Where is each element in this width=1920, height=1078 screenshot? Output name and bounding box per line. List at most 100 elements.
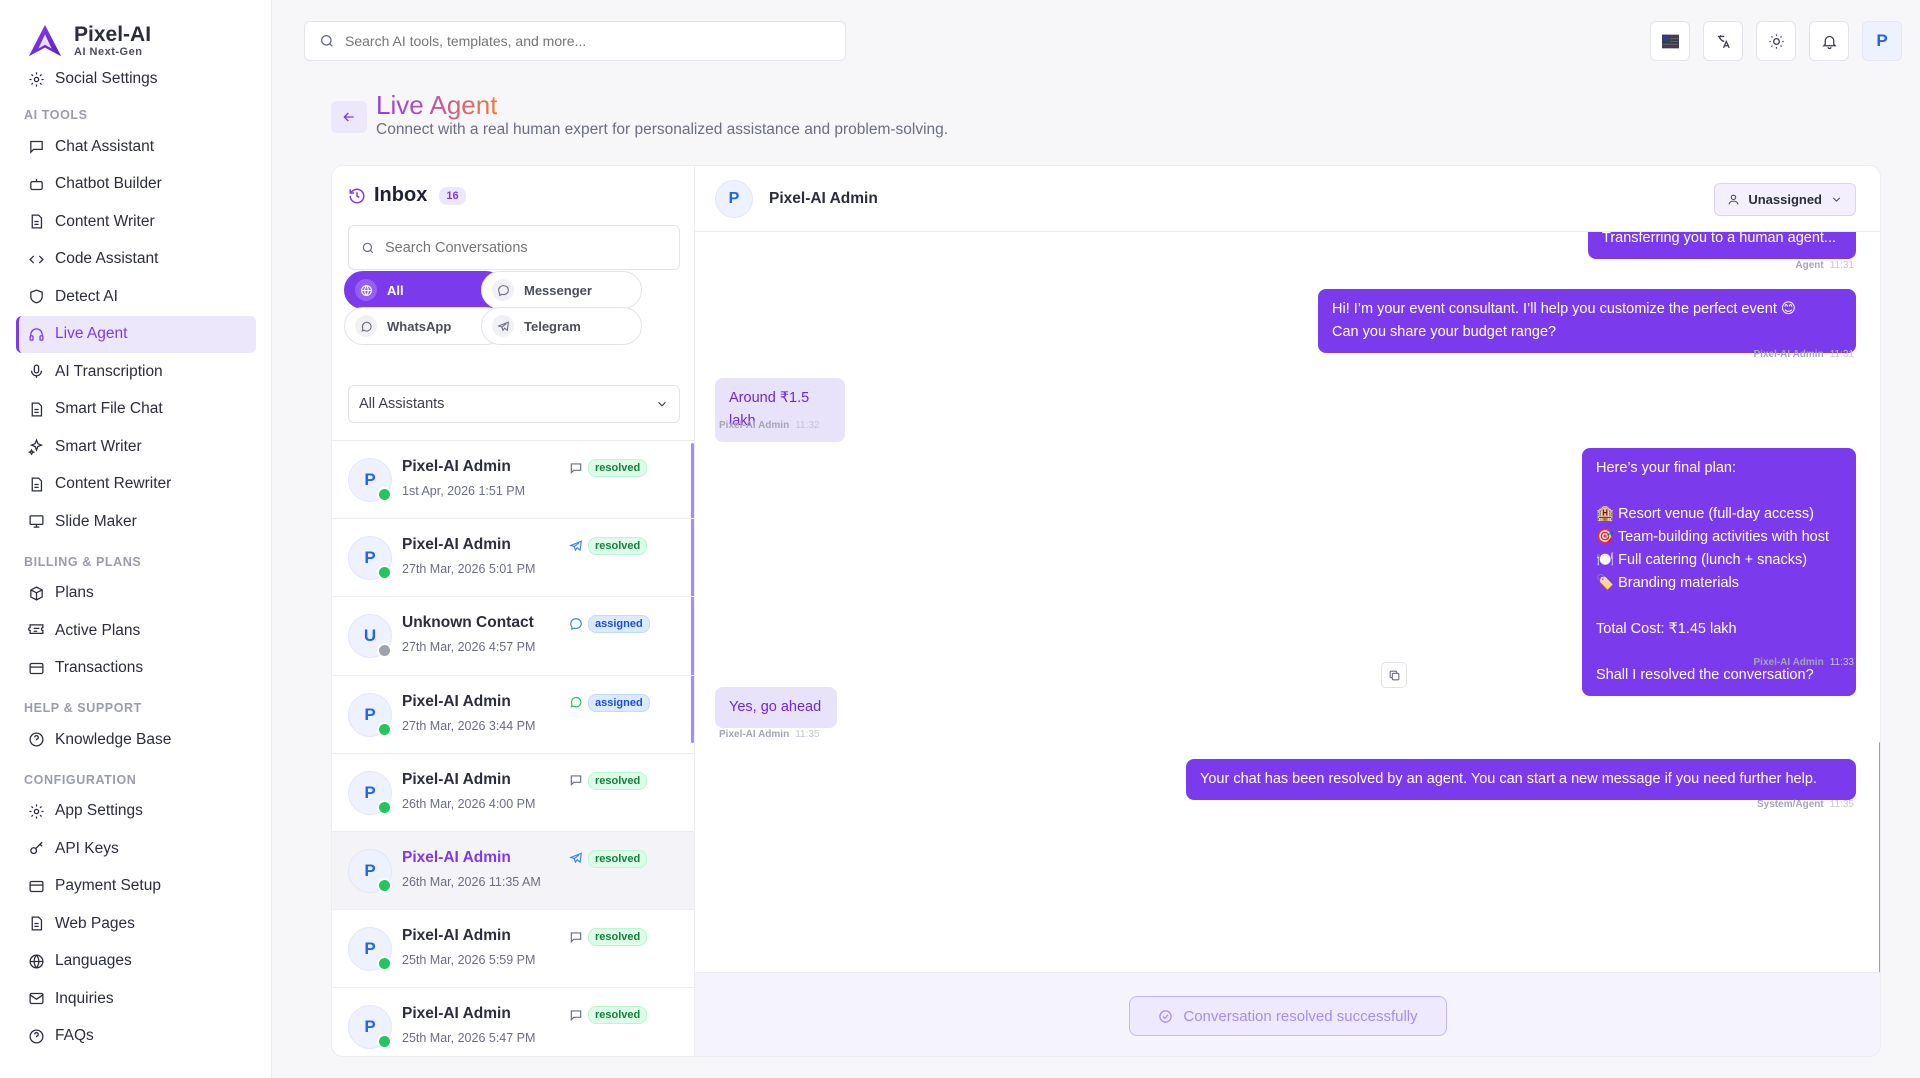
chat-footer: Conversation resolved successfully bbox=[695, 972, 1880, 1056]
status-badge: resolved bbox=[588, 849, 648, 868]
conversation-name: Pixel-AI Admin bbox=[402, 927, 511, 945]
status-badge: resolved bbox=[588, 1006, 648, 1025]
sidebar-item-knowledge-base[interactable]: Knowledge Base bbox=[16, 721, 256, 759]
back-button[interactable] bbox=[331, 101, 367, 133]
status-badge: assigned bbox=[588, 615, 650, 634]
globe-icon bbox=[360, 284, 372, 296]
help-icon bbox=[28, 1029, 44, 1044]
message-time: 11:31 bbox=[1829, 260, 1854, 271]
theme-toggle-button[interactable] bbox=[1756, 21, 1796, 61]
conversation-name: Unknown Contact bbox=[402, 614, 534, 632]
incoming-message: Around ₹1.5 lakh bbox=[715, 378, 845, 442]
sidebar-item-label: Content Writer bbox=[55, 212, 155, 230]
sidebar-item-label: Chat Assistant bbox=[55, 137, 155, 155]
conversation-name: Pixel-AI Admin bbox=[402, 458, 511, 475]
global-search-input[interactable] bbox=[345, 33, 825, 49]
sidebar-item-chatbot-builder[interactable]: Chatbot Builder bbox=[16, 166, 256, 204]
doc-icon bbox=[31, 402, 42, 417]
chat-panel: P Pixel-AI Admin Unassigned Transferring… bbox=[695, 166, 1880, 1056]
bell-icon bbox=[1821, 35, 1837, 49]
sidebar-item-content-writer[interactable]: Content Writer bbox=[16, 203, 256, 241]
message-thread-scrollbar[interactable] bbox=[1879, 742, 1880, 972]
sidebar-item-live-agent[interactable]: Live Agent bbox=[16, 315, 256, 353]
user-icon bbox=[1728, 194, 1739, 205]
conversation-item[interactable]: U Unknown Contact 27th Mar, 2026 4:57 PM as… bbox=[332, 597, 694, 676]
brand-tagline: AI Next-Gen bbox=[74, 46, 143, 58]
sidebar-item-slide-maker[interactable]: Slide Maker bbox=[16, 503, 256, 541]
conversation-time: 26th Mar, 2026 4:00 PM bbox=[402, 796, 536, 811]
chat-icon bbox=[29, 141, 43, 154]
sidebar-item-active-plans[interactable]: Active Plans bbox=[16, 612, 256, 650]
filter-telegram[interactable]: Telegram bbox=[481, 307, 642, 345]
conversation-time: 27th Mar, 2026 3:44 PM bbox=[402, 718, 536, 733]
assign-agent-dropdown[interactable]: Unassigned bbox=[1714, 183, 1856, 216]
brand-logo-icon bbox=[28, 24, 62, 57]
sidebar-item-ai-transcription[interactable]: AI Transcription bbox=[16, 353, 256, 391]
chat-icon bbox=[570, 462, 581, 474]
conversation-item[interactable]: P Pixel-AI Admin 1st Apr, 2026 1:51 PM reso… bbox=[332, 441, 694, 520]
notifications-button[interactable] bbox=[1809, 21, 1849, 61]
conversation-item[interactable]: P Pixel-AI Admin 27th Mar, 2026 3:44 PM ass… bbox=[332, 676, 694, 754]
sidebar-item-faqs[interactable]: FAQs bbox=[16, 1018, 256, 1056]
sidebar-item-social-settings[interactable]: Social Settings bbox=[16, 64, 256, 94]
mic-icon bbox=[30, 364, 42, 379]
copy-icon bbox=[1389, 670, 1399, 680]
conversation-search-input[interactable] bbox=[385, 239, 665, 256]
filter-label: Telegram bbox=[524, 318, 581, 334]
translate-icon bbox=[1717, 34, 1730, 48]
brand[interactable]: Pixel-AI AI Next-Gen bbox=[26, 22, 151, 60]
sidebar-item-label: Chatbot Builder bbox=[55, 175, 162, 193]
message-meta: Pixel-AI Admin 11:31 bbox=[1754, 349, 1855, 360]
conversation-time: 1st Apr, 2026 1:51 PM bbox=[402, 484, 525, 498]
sidebar-item-api-keys[interactable]: API Keys bbox=[16, 830, 256, 868]
message-time: 11:35 bbox=[795, 729, 820, 740]
assistant-select[interactable]: All Assistants bbox=[348, 385, 680, 423]
sidebar-item-app-settings[interactable]: App Settings bbox=[16, 793, 256, 831]
message-sender: System/Agent bbox=[1757, 799, 1824, 810]
conversation-item[interactable]: P Pixel-AI Admin 25th Mar, 2026 5:59 PM res… bbox=[332, 910, 694, 989]
conversation-item[interactable]: P Pixel-AI Admin 26th Mar, 2026 4:00 PM res… bbox=[332, 754, 694, 832]
sidebar-item-content-rewriter[interactable]: Content Rewriter bbox=[16, 466, 256, 504]
conversation-search[interactable] bbox=[348, 225, 680, 270]
presentation-icon bbox=[28, 515, 44, 529]
conversation-item[interactable]: P Pixel-AI Admin 25th Mar, 2026 5:47 PM res… bbox=[332, 988, 694, 1056]
sidebar-item-languages[interactable]: Languages bbox=[16, 943, 256, 981]
mail-icon bbox=[28, 993, 44, 1005]
language-flag-button[interactable] bbox=[1650, 21, 1690, 61]
conversation-list[interactable]: P Pixel-AI Admin 1st Apr, 2026 1:51 PM reso… bbox=[332, 440, 694, 1056]
telegram-icon bbox=[496, 320, 509, 331]
sidebar-item-chat-assistant[interactable]: Chat Assistant bbox=[16, 128, 256, 166]
chat-header: P Pixel-AI Admin Unassigned bbox=[695, 166, 1880, 232]
sidebar-item-smart-writer[interactable]: Smart Writer bbox=[16, 428, 256, 466]
sidebar-item-plans[interactable]: Plans bbox=[16, 575, 256, 613]
status-badge: resolved bbox=[588, 459, 648, 477]
copy-message-button[interactable] bbox=[1381, 662, 1407, 688]
sidebar-item-detect-ai[interactable]: Detect AI bbox=[16, 278, 256, 316]
presence-dot bbox=[377, 799, 392, 815]
message-time: 11:33 bbox=[1829, 657, 1854, 668]
message-thread[interactable]: Transferring you to a human agent... Agen… bbox=[695, 232, 1880, 972]
translate-button[interactable] bbox=[1703, 21, 1743, 61]
sidebar-item-code-assistant[interactable]: Code Assistant bbox=[16, 241, 256, 279]
us-flag-icon bbox=[1661, 34, 1679, 48]
sidebar-item-transactions[interactable]: Transactions bbox=[16, 650, 256, 688]
sidebar-item-web-pages[interactable]: Web Pages bbox=[16, 905, 256, 943]
message-sender: Pixel-AI Admin bbox=[1753, 349, 1824, 360]
message-meta: Pixel-AI Admin 11:33 bbox=[1754, 657, 1855, 668]
sidebar-item-label: AI Transcription bbox=[55, 362, 163, 380]
conversation-item[interactable]: P Pixel-AI Admin 27th Mar, 2026 5:01 PM res… bbox=[332, 519, 694, 598]
check-circle-icon bbox=[1159, 1009, 1173, 1023]
sidebar-item-inquiries[interactable]: Inquiries bbox=[16, 980, 256, 1018]
sidebar-item-payment-setup[interactable]: Payment Setup bbox=[16, 868, 256, 906]
presence-dot bbox=[377, 487, 392, 502]
whatsapp-icon bbox=[569, 697, 581, 708]
conversation-item[interactable]: P Pixel-AI Admin 26th Mar, 2026 11:35 AM re… bbox=[332, 831, 694, 911]
message-sender: Pixel-AI Admin bbox=[719, 729, 790, 740]
global-search[interactable] bbox=[304, 21, 846, 61]
sparkle-icon bbox=[27, 438, 43, 456]
inbox-panel: Inbox 16 All Messenger WhatsApp Telegram Al… bbox=[332, 166, 695, 1056]
user-avatar[interactable]: P bbox=[1862, 21, 1902, 61]
status-badge: assigned bbox=[588, 693, 650, 712]
filter-messenger[interactable]: Messenger bbox=[481, 271, 642, 309]
sidebar-item-smart-file-chat[interactable]: Smart File Chat bbox=[16, 391, 256, 429]
